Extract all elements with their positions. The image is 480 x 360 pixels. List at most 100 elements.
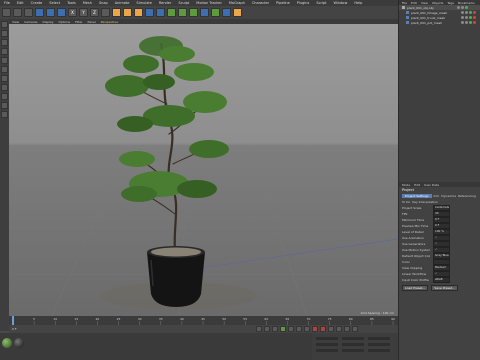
coord-z-field[interactable]	[316, 349, 338, 352]
deformer-icon[interactable]	[200, 8, 209, 17]
environment-icon[interactable]	[211, 8, 220, 17]
timeline-ruler[interactable]: 051015202530354045505560657075808590	[9, 316, 398, 325]
material-tag-icon[interactable]	[473, 16, 476, 19]
workplane-icon[interactable]	[1, 48, 8, 55]
rotation-key-icon[interactable]	[352, 326, 358, 332]
camera-icon[interactable]	[222, 8, 231, 17]
material-pot-swatch[interactable]	[14, 338, 24, 348]
render-picture-icon[interactable]	[123, 8, 132, 17]
previous-key-icon[interactable]	[264, 326, 270, 332]
size-y-field[interactable]	[342, 343, 364, 346]
object-menu-tags[interactable]: Tags	[447, 1, 454, 5]
subdivision-icon[interactable]	[167, 8, 176, 17]
menu-item-plugins[interactable]: Plugins	[297, 1, 310, 5]
editor-visibility-dot[interactable]	[457, 6, 460, 9]
model-mode-icon[interactable]	[1, 30, 8, 37]
render-visibility-dot[interactable]	[465, 16, 468, 19]
menu-item-tools[interactable]: Tools	[67, 1, 76, 5]
menu-item-help[interactable]: Help	[354, 1, 362, 5]
menu-item-motion-tracker[interactable]: Motion Tracker	[196, 1, 222, 5]
menu-item-simulate[interactable]: Simulate	[136, 1, 151, 5]
attribute-menu-edit[interactable]: Edit	[414, 183, 420, 187]
coord-y-field[interactable]	[316, 343, 338, 346]
attribute-tab-key-interpolation[interactable]: Key Interpolation	[412, 200, 438, 204]
redo-icon[interactable]	[13, 8, 22, 17]
go-to-start-icon[interactable]	[256, 326, 262, 332]
menu-item-edit[interactable]: Edit	[17, 1, 24, 5]
object-menu-bookmarks[interactable]: Bookmarks	[458, 1, 475, 5]
enable-check-icon[interactable]	[469, 11, 472, 14]
attribute-value-field[interactable]: sRGB	[433, 277, 450, 283]
lock-workplane-icon[interactable]	[1, 111, 8, 118]
menu-item-window[interactable]: Window	[334, 1, 348, 5]
move-icon[interactable]	[35, 8, 44, 17]
attribute-value-field[interactable]: Centimeters	[433, 205, 450, 211]
menu-item-select[interactable]: Select	[49, 1, 60, 5]
viewport-menu-view[interactable]: View	[12, 20, 19, 24]
cube-icon[interactable]	[145, 8, 154, 17]
attribute-tab-dynamics[interactable]: Dynamics	[441, 194, 456, 198]
record-icon[interactable]	[312, 326, 318, 332]
render-visibility-dot[interactable]	[461, 6, 464, 9]
menu-item-snap[interactable]: Snap	[99, 1, 108, 5]
material-foliage-swatch[interactable]	[2, 338, 12, 348]
menu-item-file[interactable]: File	[4, 1, 10, 5]
editor-visibility-dot[interactable]	[461, 11, 464, 14]
rotate-icon[interactable]	[57, 8, 66, 17]
menu-item-sculpt[interactable]: Sculpt	[178, 1, 189, 5]
rot-h-field[interactable]	[368, 337, 390, 340]
menu-item-character[interactable]: Character	[252, 1, 269, 5]
object-menu-view[interactable]: View	[421, 1, 428, 5]
enable-check-icon[interactable]	[469, 21, 472, 24]
instance-icon[interactable]	[189, 8, 198, 17]
viewport-menu-cameras[interactable]: Cameras	[24, 20, 37, 24]
attribute-tab-to-do[interactable]: To Do	[402, 200, 410, 204]
attribute-value-field[interactable]: 0 F	[433, 217, 450, 223]
y-axis-icon[interactable]: Y	[79, 8, 88, 17]
visibility-dots[interactable]	[461, 16, 476, 19]
next-frame-icon[interactable]	[288, 326, 294, 332]
texture-mode-icon[interactable]	[1, 39, 8, 46]
z-axis-icon[interactable]: Z	[90, 8, 99, 17]
scale-key-icon[interactable]	[344, 326, 350, 332]
viewport-menu-display[interactable]: Display	[42, 20, 53, 24]
object-menu-edit[interactable]: Edit	[411, 1, 417, 5]
next-key-icon[interactable]	[296, 326, 302, 332]
snap-icon[interactable]	[1, 102, 8, 109]
attribute-menu-mode[interactable]: Mode	[402, 183, 410, 187]
rot-p-field[interactable]	[368, 343, 390, 346]
visibility-dots[interactable]	[457, 6, 468, 9]
points-mode-icon[interactable]	[1, 57, 8, 64]
attribute-value-field[interactable]	[433, 259, 450, 265]
undo-icon[interactable]	[2, 8, 11, 17]
object-row[interactable]: plant_001_pot_mesh	[399, 20, 480, 25]
attribute-tab-referencing[interactable]: Referencing	[458, 194, 476, 198]
menu-item-render[interactable]: Render	[159, 1, 171, 5]
viewport-menu-panel[interactable]: Panel	[88, 20, 96, 24]
save-preset-button[interactable]: Save Preset...	[431, 285, 458, 291]
editor-visibility-dot[interactable]	[461, 16, 464, 19]
visibility-dots[interactable]	[461, 21, 476, 24]
viewport-menu-filter[interactable]: Filter	[75, 20, 82, 24]
attribute-value-field[interactable]: Gray Blue	[433, 253, 450, 259]
menu-item-animate[interactable]: Animate	[115, 1, 130, 5]
polygons-mode-icon[interactable]	[1, 75, 8, 82]
viewport-3d[interactable]	[9, 24, 398, 321]
tweak-mode-icon[interactable]	[1, 93, 8, 100]
attribute-value-field[interactable]: ✓	[433, 271, 450, 277]
object-menu-file[interactable]: File	[402, 1, 407, 5]
previous-frame-icon[interactable]	[272, 326, 278, 332]
enable-check-icon[interactable]	[465, 6, 468, 9]
editor-visibility-dot[interactable]	[461, 21, 464, 24]
attribute-value-field[interactable]: 0 F	[433, 223, 450, 229]
attribute-value-field[interactable]: 100 %	[433, 229, 450, 235]
render-visibility-dot[interactable]	[465, 21, 468, 24]
object-menu-objects[interactable]: Objects	[432, 1, 443, 5]
go-to-end-icon[interactable]	[304, 326, 310, 332]
viewport-menu-options[interactable]: Options	[59, 20, 71, 24]
render-view-icon[interactable]	[112, 8, 121, 17]
light-icon[interactable]	[233, 8, 242, 17]
size-x-field[interactable]	[342, 337, 364, 340]
size-z-field[interactable]	[342, 349, 364, 352]
array-icon[interactable]	[178, 8, 187, 17]
